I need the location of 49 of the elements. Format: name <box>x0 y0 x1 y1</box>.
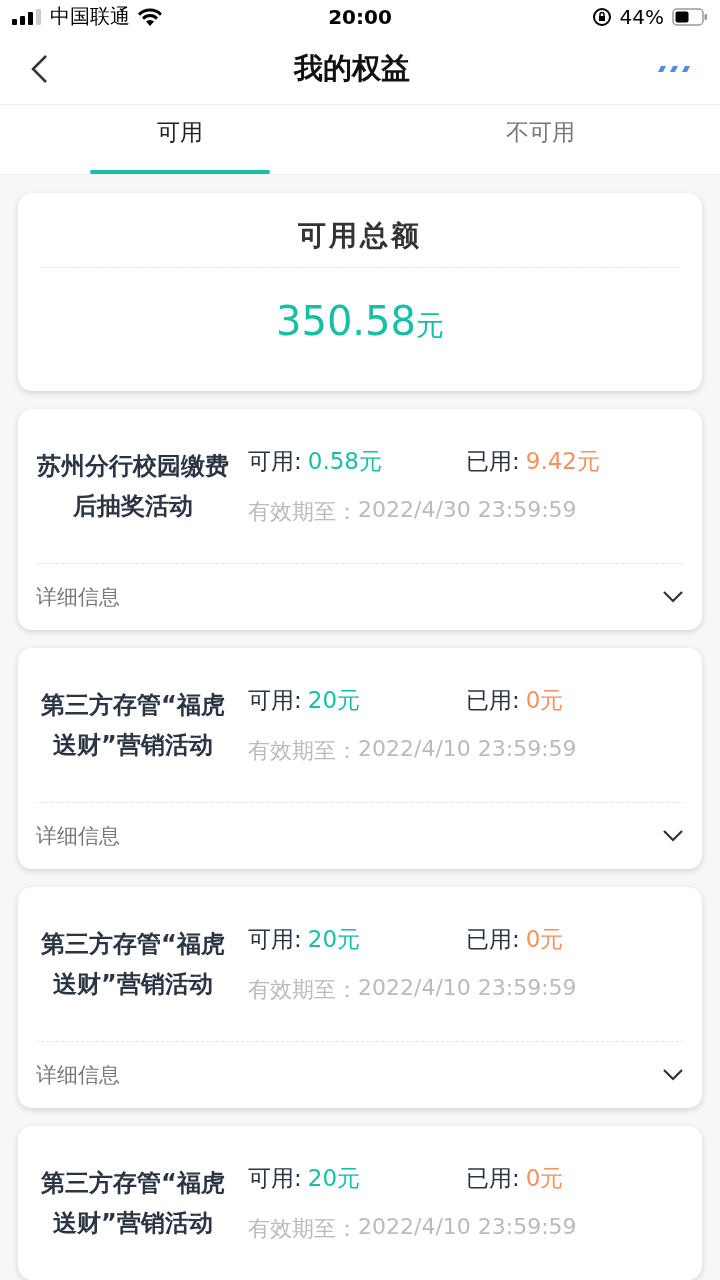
benefit-name: 第三方存管“福虎送财”营销活动 <box>40 929 226 1000</box>
chevron-icon[interactable] <box>662 829 684 843</box>
amount-unit: 元 <box>416 308 444 344</box>
expiry-date: 2022/4/10 23:59:59 <box>358 974 577 1002</box>
available-amount: 20元 <box>307 924 361 954</box>
signal-icon <box>12 8 42 25</box>
more-icon[interactable] <box>656 64 690 73</box>
clock-time: 20:00 <box>328 4 392 29</box>
used-amount: 0元 <box>525 685 564 715</box>
total-amount: 350.58 <box>276 298 416 344</box>
available-amount: 0.58元 <box>307 446 382 476</box>
available-amount: 20元 <box>307 1163 361 1193</box>
used-amount: 0元 <box>525 924 564 954</box>
expiry-date: 2022/4/30 23:59:59 <box>358 496 577 524</box>
tab[interactable]: 可用 <box>157 117 203 148</box>
expiry-label: 有效期至： <box>248 736 358 765</box>
expiry-date: 2022/4/10 23:59:59 <box>358 735 577 763</box>
details-link[interactable]: 详细信息 <box>36 1061 120 1089</box>
chevron-icon[interactable] <box>662 1068 684 1082</box>
tab[interactable]: 不可用 <box>505 117 575 148</box>
expiry-label: 有效期至： <box>248 975 358 1004</box>
page-title: 我的权益 <box>294 49 410 87</box>
back-icon[interactable] <box>30 53 48 84</box>
battery-percent: 44% <box>619 4 664 29</box>
available-amount: 20元 <box>307 685 361 715</box>
details-link[interactable]: 详细信息 <box>36 583 120 611</box>
used-amount: 9.42元 <box>525 446 600 476</box>
expiry-label: 有效期至： <box>248 1214 358 1243</box>
used-amount: 0元 <box>525 1163 564 1193</box>
used-label: 已用: <box>466 924 520 954</box>
carrier-name: 中国联通 <box>50 3 130 31</box>
available-label: 可用: <box>248 924 302 954</box>
used-label: 已用: <box>466 1163 520 1193</box>
chevron-icon[interactable] <box>662 590 684 604</box>
used-label: 已用: <box>466 685 520 715</box>
battery-icon <box>672 7 708 26</box>
available-label: 可用: <box>248 1163 302 1193</box>
rotation-lock-icon <box>591 6 612 27</box>
summary-title: 可用总额 <box>298 218 422 254</box>
expiry-label: 有效期至： <box>248 497 358 526</box>
benefit-name: 第三方存管“福虎送财”营销活动 <box>40 690 226 761</box>
available-label: 可用: <box>248 685 302 715</box>
expiry-date: 2022/4/10 23:59:59 <box>358 1213 577 1241</box>
available-label: 可用: <box>248 446 302 476</box>
benefit-name: 第三方存管“福虎送财”营销活动 <box>40 1168 226 1239</box>
wifi-icon <box>138 7 162 26</box>
benefit-name: 苏州分行校园缴费后抽奖活动 <box>36 451 230 522</box>
used-label: 已用: <box>466 446 520 476</box>
details-link[interactable]: 详细信息 <box>36 822 120 850</box>
